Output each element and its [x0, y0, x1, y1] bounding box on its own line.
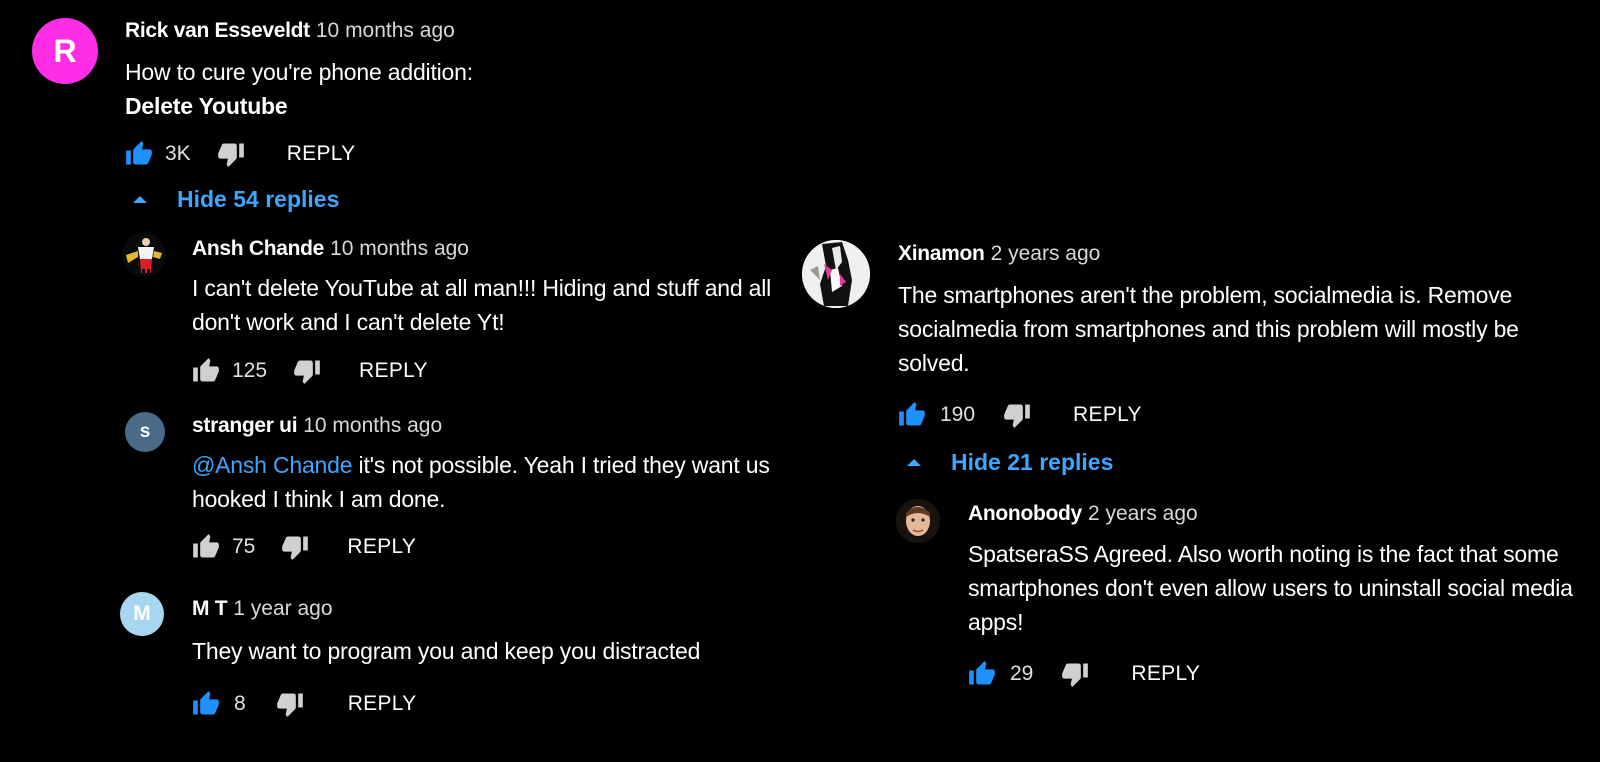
reply-button[interactable]: REPLY	[1073, 403, 1142, 427]
comment-text: The smartphones aren't the problem, soci…	[898, 282, 1519, 376]
thumbs-up-icon[interactable]	[968, 660, 996, 688]
reply-button[interactable]: REPLY	[347, 535, 416, 559]
user-photo-avatar-icon	[802, 240, 870, 308]
thumbs-up-icon[interactable]	[192, 690, 220, 718]
reply-time[interactable]: 1 year ago	[233, 597, 332, 620]
comment-header: Xinamon 2 years ago	[898, 242, 1100, 266]
like-count: 75	[232, 535, 256, 558]
reply-actions: 125 REPLY	[192, 357, 428, 385]
avatar[interactable]	[896, 499, 940, 543]
user-photo-avatar-icon	[896, 499, 940, 543]
comment-time[interactable]: 10 months ago	[316, 19, 455, 42]
comment-header: Rick van Esseveldt 10 months ago	[125, 19, 455, 43]
reply-button[interactable]: REPLY	[287, 142, 356, 166]
reply-button[interactable]: REPLY	[359, 359, 428, 383]
reply-time[interactable]: 10 months ago	[303, 414, 442, 437]
like-count: 8	[234, 692, 246, 715]
thumbs-down-icon[interactable]	[1003, 401, 1031, 429]
reply-text: I can't delete YouTube at all man!!! Hid…	[192, 275, 772, 335]
reply-button[interactable]: REPLY	[1131, 662, 1200, 686]
thumbs-up-icon[interactable]	[898, 401, 926, 429]
thumbs-up-icon[interactable]	[192, 357, 220, 385]
like-count: 125	[232, 359, 268, 382]
mention-link[interactable]: @Ansh Chande	[192, 452, 353, 478]
reply-author[interactable]: Anonobody	[968, 502, 1082, 525]
thumbs-up-icon[interactable]	[125, 140, 153, 168]
thumbs-down-icon[interactable]	[293, 357, 321, 385]
like-count: 3K	[165, 142, 191, 165]
reply-text: @Ansh Chande it's not possible. Yeah I t…	[192, 452, 770, 512]
comment-time[interactable]: 2 years ago	[991, 242, 1101, 265]
avatar[interactable]: M	[120, 592, 164, 636]
reply-header: Anonobody 2 years ago	[968, 502, 1198, 526]
user-photo-avatar-icon	[122, 233, 166, 277]
hide-replies-toggle[interactable]: Hide 21 replies	[907, 449, 1113, 476]
like-count: 190	[940, 403, 976, 426]
reply-header: M T1 year ago	[192, 597, 333, 621]
comment-actions: 190 REPLY	[898, 401, 1142, 429]
comment-text-line: Delete Youtube	[125, 93, 288, 119]
thumbs-down-icon[interactable]	[281, 533, 309, 561]
comment-actions: 3K REPLY	[125, 140, 356, 168]
comment-author[interactable]: Rick van Esseveldt	[125, 19, 310, 42]
reply-time[interactable]: 2 years ago	[1088, 502, 1198, 525]
reply-text: They want to program you and keep you di…	[192, 638, 701, 664]
reply-time[interactable]: 10 months ago	[330, 237, 469, 260]
reply-text: SpatseraSS Agreed. Also worth noting is …	[968, 541, 1573, 635]
avatar[interactable]	[122, 233, 166, 277]
thumbs-down-icon[interactable]	[217, 140, 245, 168]
reply-author[interactable]: stranger ui	[192, 414, 298, 437]
reply-author[interactable]: Ansh Chande	[192, 237, 324, 260]
avatar[interactable]: s	[125, 412, 165, 452]
avatar[interactable]	[802, 240, 870, 308]
reply-actions: 29 REPLY	[968, 660, 1200, 688]
hide-replies-toggle[interactable]: Hide 54 replies	[133, 186, 339, 213]
comment-text-line: How to cure you're phone addition:	[125, 59, 473, 85]
chevron-up-icon	[907, 459, 921, 466]
comment-author[interactable]: Xinamon	[898, 242, 985, 265]
reply-actions: 8 REPLY	[192, 690, 417, 718]
like-count: 29	[1010, 662, 1034, 685]
thumbs-down-icon[interactable]	[1061, 660, 1089, 688]
thumbs-up-icon[interactable]	[192, 533, 220, 561]
avatar[interactable]: R	[32, 18, 98, 84]
hide-replies-label: Hide 21 replies	[951, 449, 1114, 475]
reply-button[interactable]: REPLY	[348, 692, 417, 716]
hide-replies-label: Hide 54 replies	[177, 186, 340, 212]
comment-text: How to cure you're phone addition: Delet…	[125, 55, 473, 123]
reply-author[interactable]: M T	[192, 597, 228, 620]
thumbs-down-icon[interactable]	[276, 690, 304, 718]
reply-actions: 75 REPLY	[192, 533, 416, 561]
reply-header: Ansh Chande 10 months ago	[192, 237, 469, 261]
reply-header: stranger ui 10 months ago	[192, 414, 442, 438]
chevron-up-icon	[133, 196, 147, 203]
